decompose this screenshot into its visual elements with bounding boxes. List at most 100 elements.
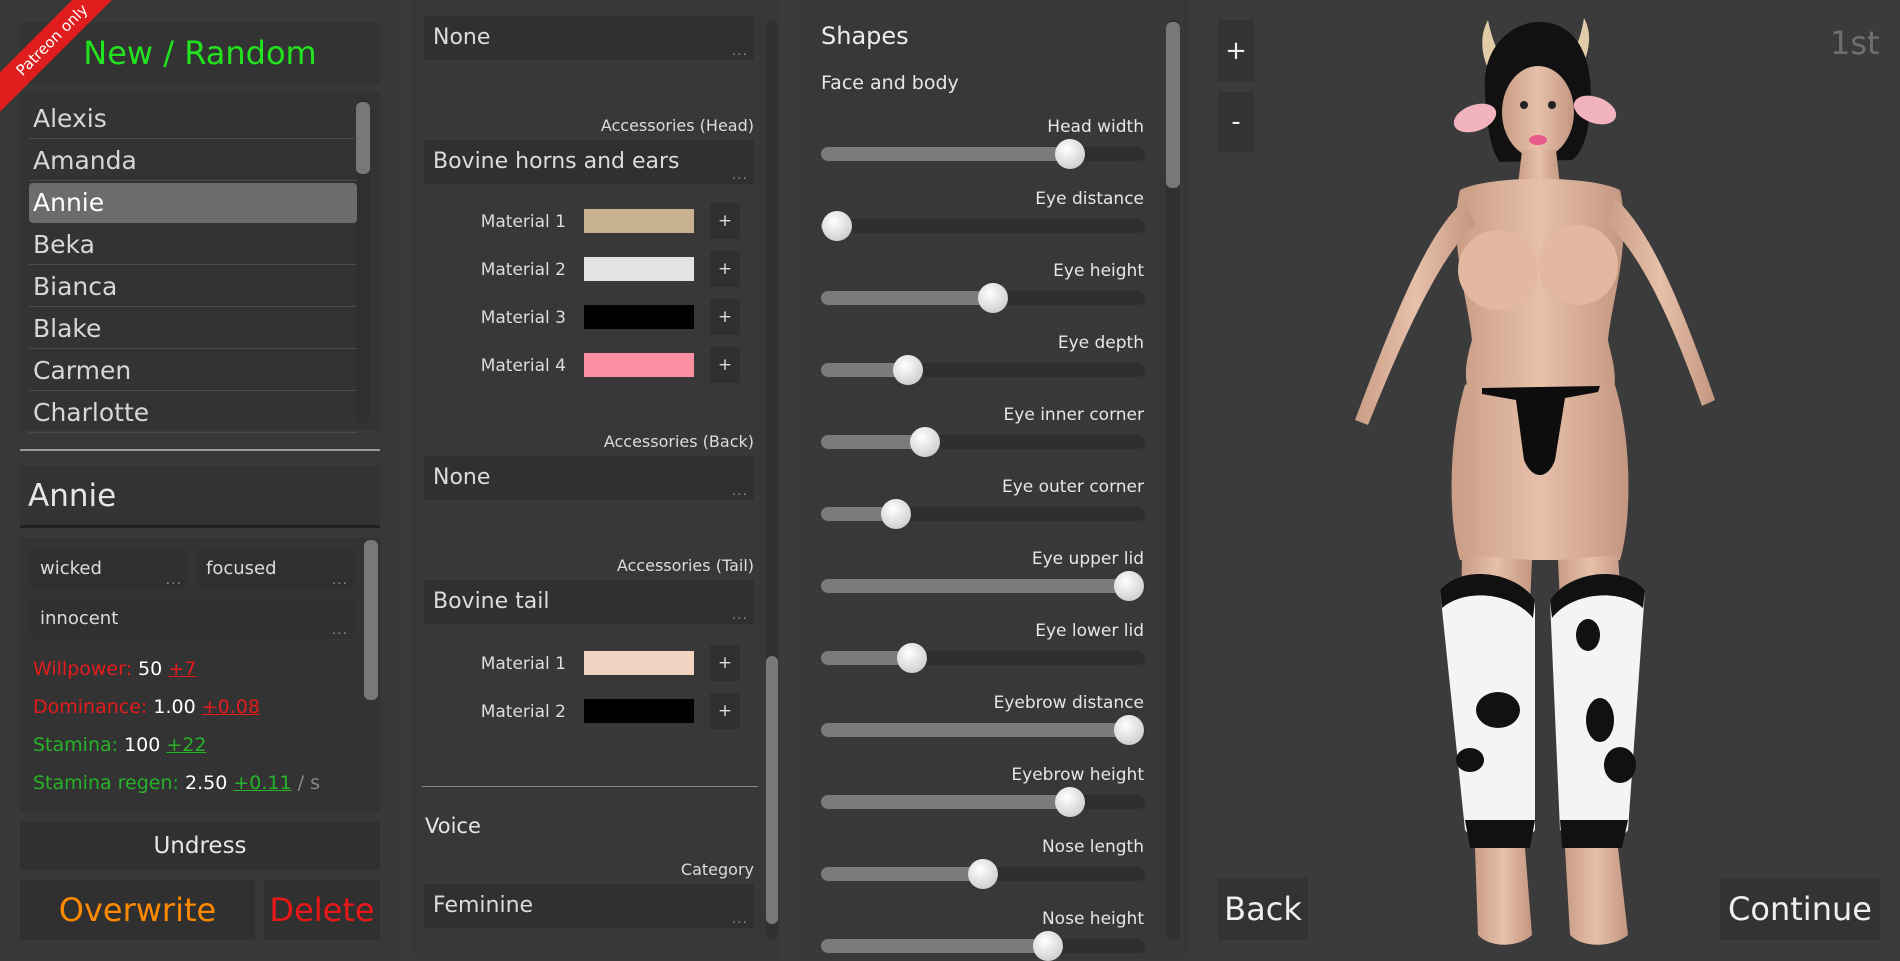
dropdown-value: None: [433, 25, 491, 50]
slider-label: Eyebrow height: [1011, 765, 1144, 785]
character-list-item[interactable]: Alexis: [29, 99, 357, 139]
trait-label: focused: [206, 558, 277, 579]
accessories-back-dropdown[interactable]: None...: [424, 456, 754, 500]
shapes-scrollbar[interactable]: [1166, 20, 1180, 940]
top-accessory-dropdown[interactable]: None...: [424, 16, 754, 60]
shape-slider[interactable]: [821, 283, 1145, 313]
overwrite-button[interactable]: Overwrite: [20, 880, 255, 940]
shape-slider[interactable]: [821, 499, 1145, 529]
slider-knob[interactable]: [1032, 931, 1063, 961]
slider-knob[interactable]: [1055, 787, 1086, 817]
accessories-head-label: Accessories (Head): [600, 116, 754, 135]
character-list-item[interactable]: Annie: [29, 183, 357, 223]
divider: [20, 449, 380, 451]
stocking-left-cuff: [1465, 820, 1535, 848]
slider-knob[interactable]: [1055, 139, 1086, 169]
shape-slider[interactable]: [821, 643, 1145, 673]
accessories-back-label: Accessories (Back): [603, 432, 754, 451]
slider-fill: [821, 147, 1071, 161]
undress-button[interactable]: Undress: [20, 822, 380, 870]
shape-slider[interactable]: [821, 211, 1145, 241]
material-color-swatch[interactable]: [584, 651, 694, 675]
slider-knob[interactable]: [880, 499, 911, 529]
stat-delta: +7: [168, 658, 197, 680]
slider-fill: [821, 579, 1129, 593]
slider-knob[interactable]: [909, 427, 940, 457]
slider-knob[interactable]: [896, 643, 927, 673]
name-input[interactable]: Annie: [20, 466, 380, 528]
slider-knob[interactable]: [968, 859, 998, 889]
shape-slider[interactable]: [821, 787, 1145, 817]
trait-wicked[interactable]: wicked...: [30, 549, 188, 589]
character-list-item[interactable]: Bianca: [29, 267, 357, 307]
material-color-swatch[interactable]: [584, 699, 694, 723]
dropdown-value: Bovine horns and ears: [433, 149, 680, 174]
slider-knob[interactable]: [1113, 571, 1144, 601]
material-add-button[interactable]: +: [710, 693, 740, 729]
traits-scroll-thumb[interactable]: [364, 540, 378, 700]
material-add-button[interactable]: +: [710, 645, 740, 681]
character-list-item[interactable]: Amanda: [29, 141, 357, 181]
trait-innocent[interactable]: innocent...: [30, 599, 354, 639]
slider-knob[interactable]: [893, 355, 924, 385]
material-label: Material 3: [480, 308, 566, 328]
character-list-scroll-thumb[interactable]: [356, 102, 370, 174]
trait-focused[interactable]: focused...: [196, 549, 354, 589]
accessories-scroll-thumb[interactable]: [766, 656, 778, 924]
eye-left: [1520, 101, 1528, 109]
stat-value: 50: [138, 658, 163, 680]
slider-knob[interactable]: [822, 211, 853, 241]
slider-fill: [821, 795, 1071, 809]
character-list-scrollbar[interactable]: [356, 98, 370, 424]
traits-scrollbar[interactable]: [364, 540, 378, 700]
material-label: Material 2: [480, 260, 566, 280]
material-label: Material 1: [480, 654, 566, 674]
material-add-button[interactable]: +: [710, 251, 740, 287]
zoom-in-button[interactable]: +: [1218, 20, 1254, 82]
material-add-button[interactable]: +: [710, 299, 740, 335]
shape-slider[interactable]: [821, 715, 1145, 745]
character-list-item[interactable]: Beka: [29, 225, 357, 265]
voice-category-dropdown[interactable]: Feminine...: [424, 884, 754, 928]
character-viewer[interactable]: + - 1st Back Continue: [1200, 0, 1900, 959]
spot: [1586, 698, 1614, 742]
shape-slider[interactable]: [821, 427, 1145, 457]
shape-slider[interactable]: [821, 859, 1145, 889]
stat-delta: +0.11: [233, 772, 292, 794]
accessories-scrollbar[interactable]: [766, 20, 778, 940]
accessories-head-dropdown[interactable]: Bovine horns and ears...: [424, 140, 754, 184]
character-list-item[interactable]: Blake: [29, 309, 357, 349]
camera-mode-toggle[interactable]: 1st: [1830, 24, 1880, 62]
slider-fill: [821, 939, 1048, 953]
chest-right: [1538, 225, 1618, 305]
material-color-swatch[interactable]: [584, 209, 694, 233]
material-color-swatch[interactable]: [584, 257, 694, 281]
material-color-swatch[interactable]: [584, 305, 694, 329]
slider-fill: [821, 291, 993, 305]
character-list-item[interactable]: Carmen: [29, 351, 357, 391]
accessories-tail-dropdown[interactable]: Bovine tail...: [424, 580, 754, 624]
zoom-out-button[interactable]: -: [1218, 92, 1254, 152]
shape-slider[interactable]: [821, 571, 1145, 601]
delete-button[interactable]: Delete: [264, 880, 380, 940]
material-color-swatch[interactable]: [584, 353, 694, 377]
shape-slider[interactable]: [821, 931, 1145, 961]
character-list-item[interactable]: Charlotte: [29, 393, 357, 433]
slider-label: Eyebrow distance: [993, 693, 1144, 713]
slider-knob[interactable]: [1113, 715, 1144, 745]
material-add-button[interactable]: +: [710, 347, 740, 383]
slider-label: Eye outer corner: [1001, 477, 1144, 497]
material-add-button[interactable]: +: [710, 203, 740, 239]
back-button[interactable]: Back: [1218, 878, 1308, 940]
shape-slider[interactable]: [821, 139, 1145, 169]
category-label: Category: [680, 860, 754, 879]
shape-slider[interactable]: [821, 355, 1145, 385]
slider-knob[interactable]: [977, 283, 1008, 313]
voice-title: Voice: [425, 814, 481, 838]
ellipsis-icon: ...: [331, 622, 348, 638]
shapes-scroll-thumb[interactable]: [1166, 22, 1180, 188]
ellipsis-icon: ...: [731, 43, 748, 59]
continue-button[interactable]: Continue: [1720, 878, 1880, 940]
slider-label: Eye height: [1053, 261, 1144, 281]
accessories-tail-label: Accessories (Tail): [616, 556, 754, 575]
